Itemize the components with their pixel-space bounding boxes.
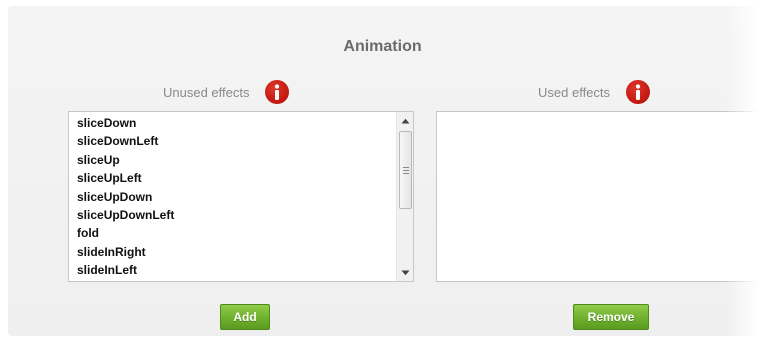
used-effects-header: Used effects (538, 80, 651, 104)
info-icon[interactable] (626, 80, 651, 104)
list-item[interactable]: slideInLeft (77, 261, 395, 279)
scroll-down-icon[interactable] (397, 264, 414, 281)
section-title: Animation (343, 38, 422, 55)
unused-list-scrollbar[interactable] (396, 112, 413, 281)
unused-effects-list[interactable]: sliceDown sliceDownLeft sliceUp sliceUpLeft… (68, 111, 414, 282)
add-button[interactable]: Add (220, 304, 270, 330)
scroll-thumb[interactable] (399, 131, 412, 209)
list-item[interactable]: fold (77, 224, 395, 242)
unused-effects-header: Unused effects (163, 80, 290, 104)
used-effects-label: Used effects (538, 84, 611, 100)
used-effects-items (437, 112, 753, 281)
list-item[interactable]: sliceUpDown (77, 188, 395, 206)
list-item[interactable]: sliceUpDownLeft (77, 206, 395, 224)
list-item[interactable]: sliceDownLeft (77, 132, 395, 150)
list-item[interactable]: sliceUp (77, 151, 395, 169)
list-item[interactable]: sliceUpLeft (77, 169, 395, 187)
unused-effects-label: Unused effects (163, 84, 250, 100)
used-effects-list[interactable] (436, 111, 763, 282)
list-item[interactable]: boxRandom (77, 280, 395, 281)
animation-panel: Animation Unused effects Used effects sl… (8, 6, 763, 336)
info-icon[interactable] (265, 80, 290, 104)
scroll-up-icon[interactable] (397, 112, 414, 129)
remove-button[interactable]: Remove (573, 304, 649, 330)
list-item[interactable]: sliceDown (77, 114, 395, 132)
unused-effects-items: sliceDown sliceDownLeft sliceUp sliceUpLeft… (69, 112, 395, 281)
list-item[interactable]: slideInRight (77, 243, 395, 261)
